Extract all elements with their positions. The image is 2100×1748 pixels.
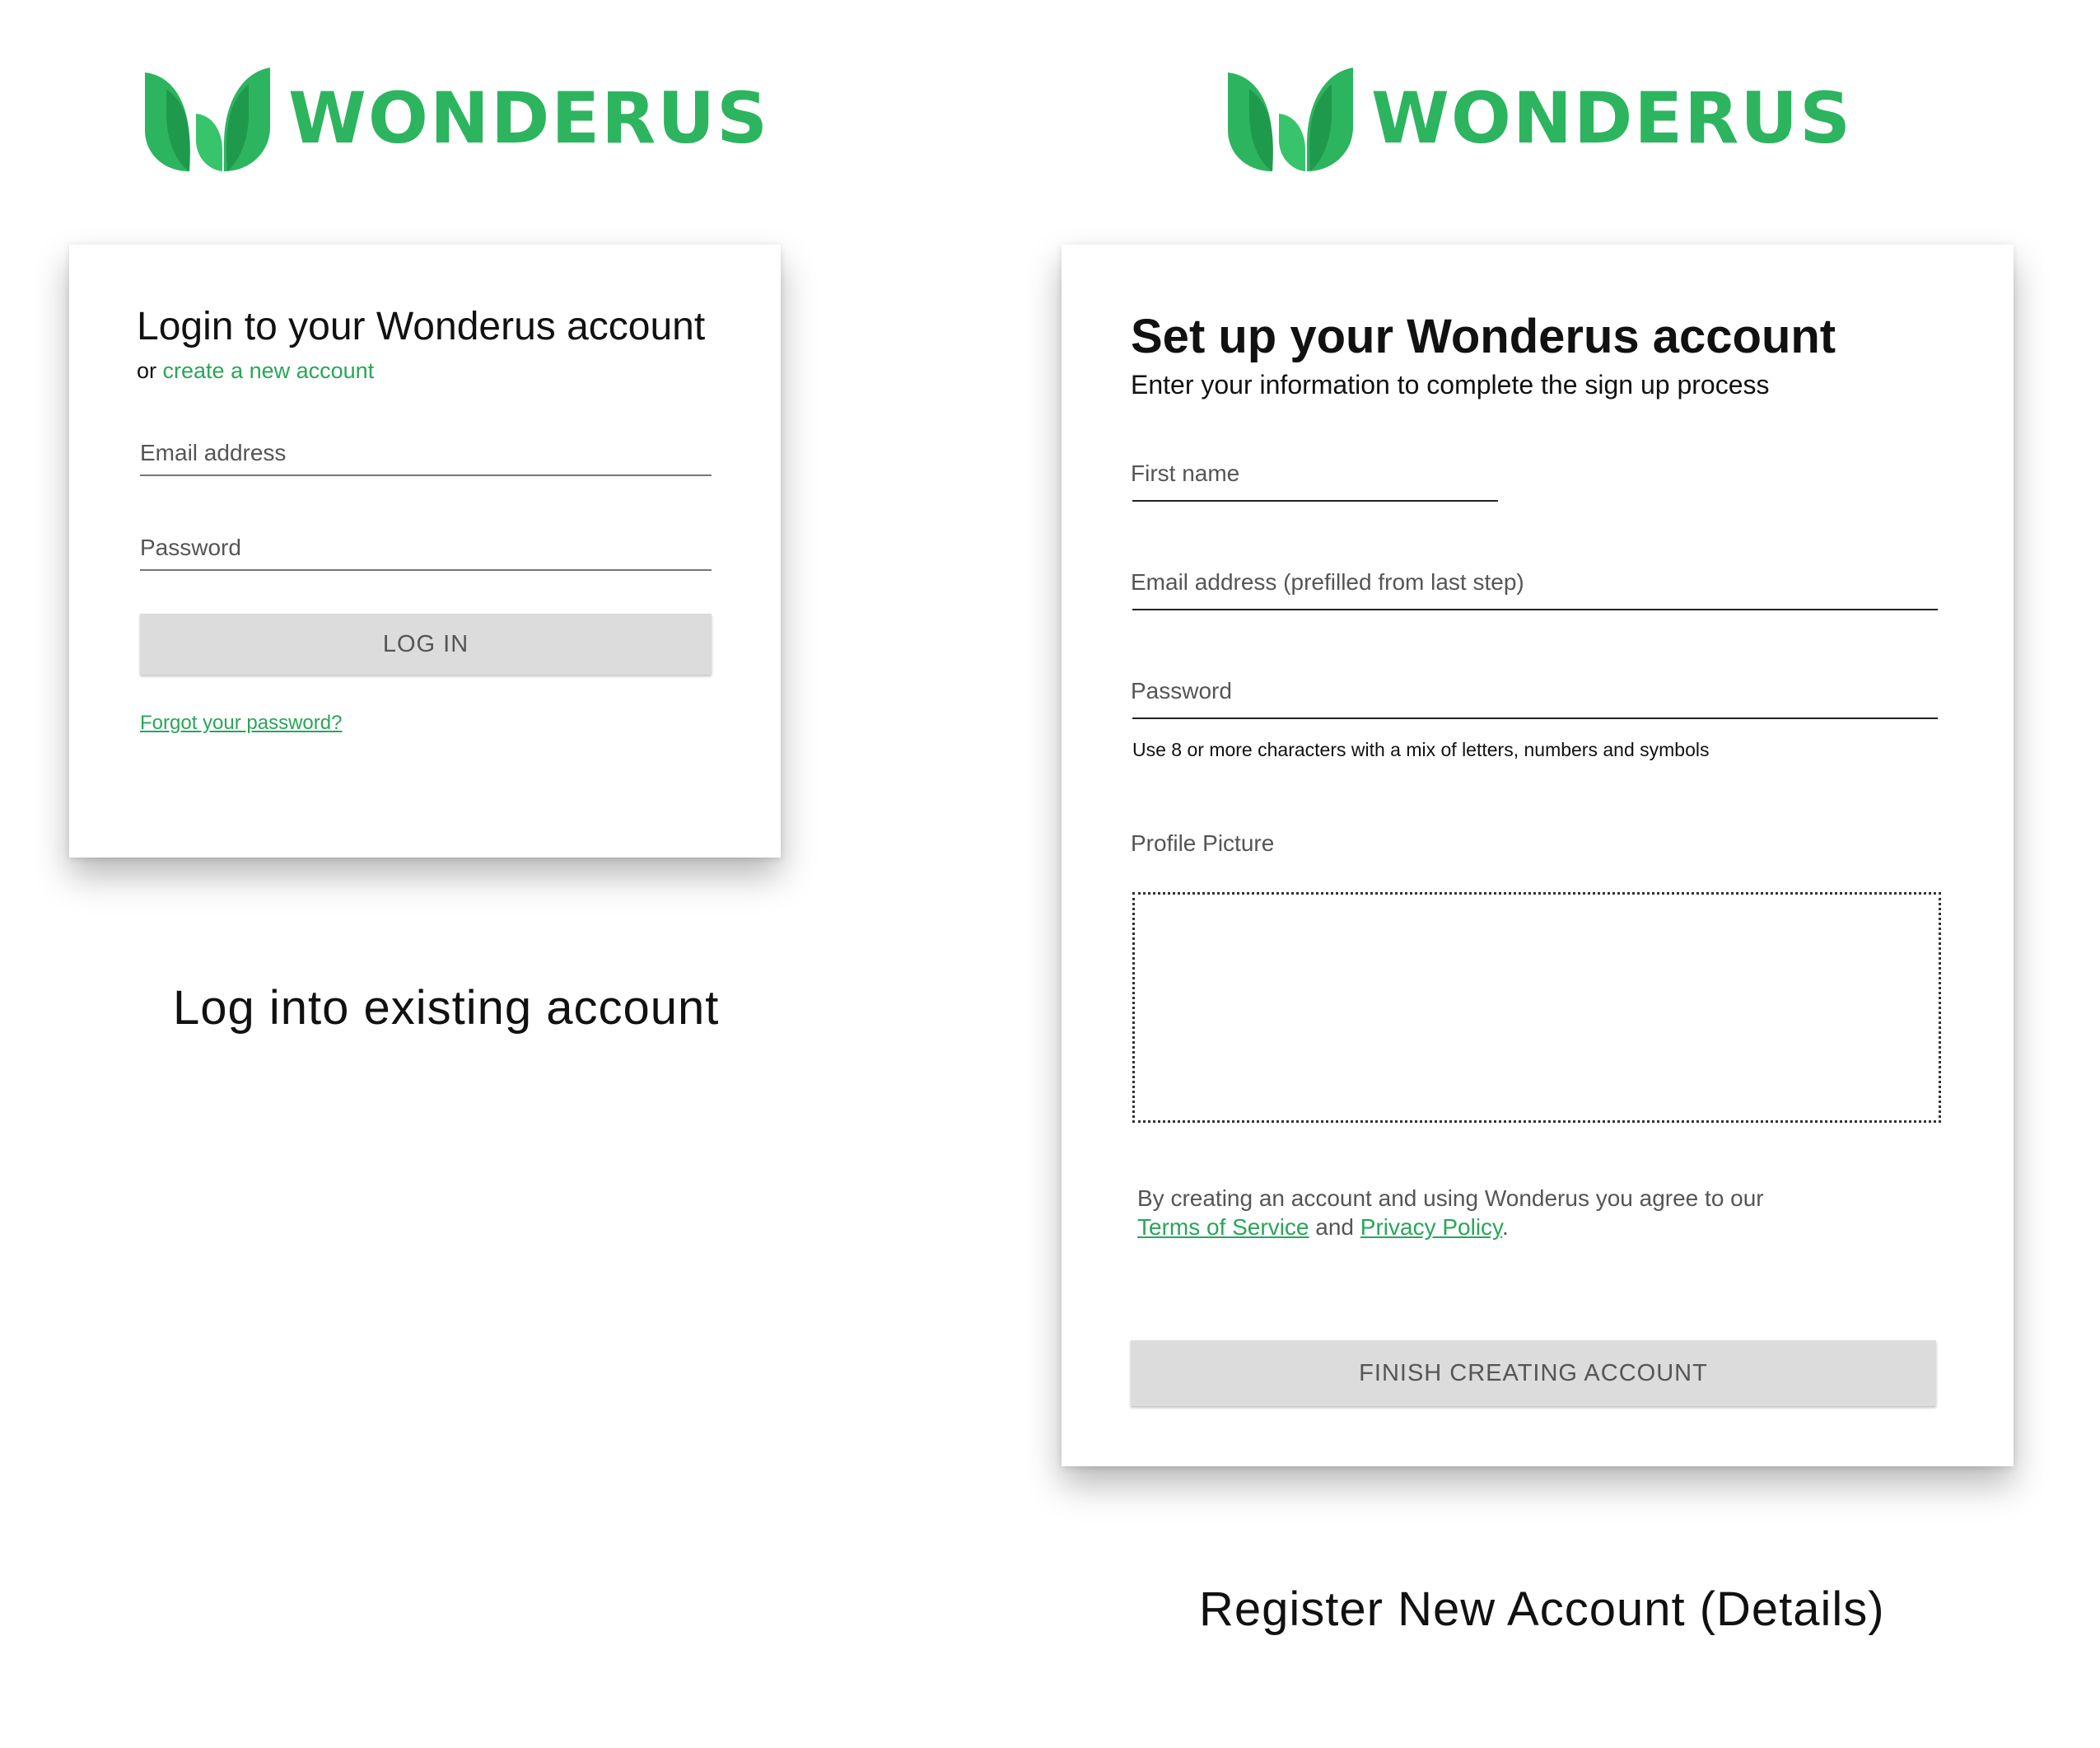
login-title: Login to your Wonderus account: [137, 305, 706, 348]
logo-left: WONDERUS: [142, 64, 769, 173]
agree-text: By creating an account and using Wonderu…: [1137, 1185, 1764, 1211]
reg-password-label: Password: [1131, 678, 1232, 703]
register-card: Set up your Wonderus account Enter your …: [1062, 245, 2014, 1466]
password-hint: Use 8 or more characters with a mix of l…: [1132, 739, 1710, 760]
logo-right: WONDERUS: [1225, 64, 1852, 173]
profile-picture-label: Profile Picture: [1131, 830, 1275, 856]
terms-link[interactable]: Terms of Service: [1137, 1214, 1309, 1240]
or-text: or: [137, 358, 157, 383]
register-subtitle: Enter your information to complete the s…: [1131, 370, 1770, 400]
and-text: and: [1315, 1214, 1354, 1240]
reg-email-label: Email address (prefilled from last step): [1131, 569, 1524, 595]
wonderus-logo-icon: [145, 68, 270, 171]
reg-password-field[interactable]: [1132, 717, 1938, 719]
login-card: Login to your Wonderus account or create…: [69, 245, 781, 858]
register-caption: Register New Account (Details): [1199, 1582, 1885, 1636]
agree-links-line: Terms of Service and Privacy Policy.: [1137, 1214, 1509, 1241]
forgot-password-link[interactable]: Forgot your password?: [140, 712, 342, 735]
create-account-line: or create a new account: [137, 358, 374, 384]
create-account-link[interactable]: create a new account: [163, 358, 375, 383]
first-name-field[interactable]: [1132, 500, 1498, 502]
login-caption: Log into existing account: [173, 981, 720, 1035]
password-field[interactable]: [140, 569, 712, 571]
login-button[interactable]: LOG IN: [140, 614, 712, 675]
finish-button[interactable]: FINISH CREATING ACCOUNT: [1131, 1340, 1936, 1406]
password-label: Password: [140, 535, 241, 560]
brand-name-left: WONDERUS: [288, 77, 770, 160]
first-name-label: First name: [1131, 460, 1240, 486]
period-text: .: [1501, 1214, 1509, 1240]
register-title: Set up your Wonderus account: [1131, 310, 1836, 363]
wonderus-logo-icon: [1228, 68, 1353, 171]
privacy-link[interactable]: Privacy Policy: [1360, 1214, 1502, 1240]
brand-name-right: WONDERUS: [1371, 77, 1853, 160]
email-label: Email address: [140, 440, 287, 465]
reg-email-field[interactable]: [1132, 609, 1938, 610]
profile-picture-dropzone[interactable]: [1132, 892, 1941, 1123]
email-field[interactable]: [140, 474, 712, 476]
